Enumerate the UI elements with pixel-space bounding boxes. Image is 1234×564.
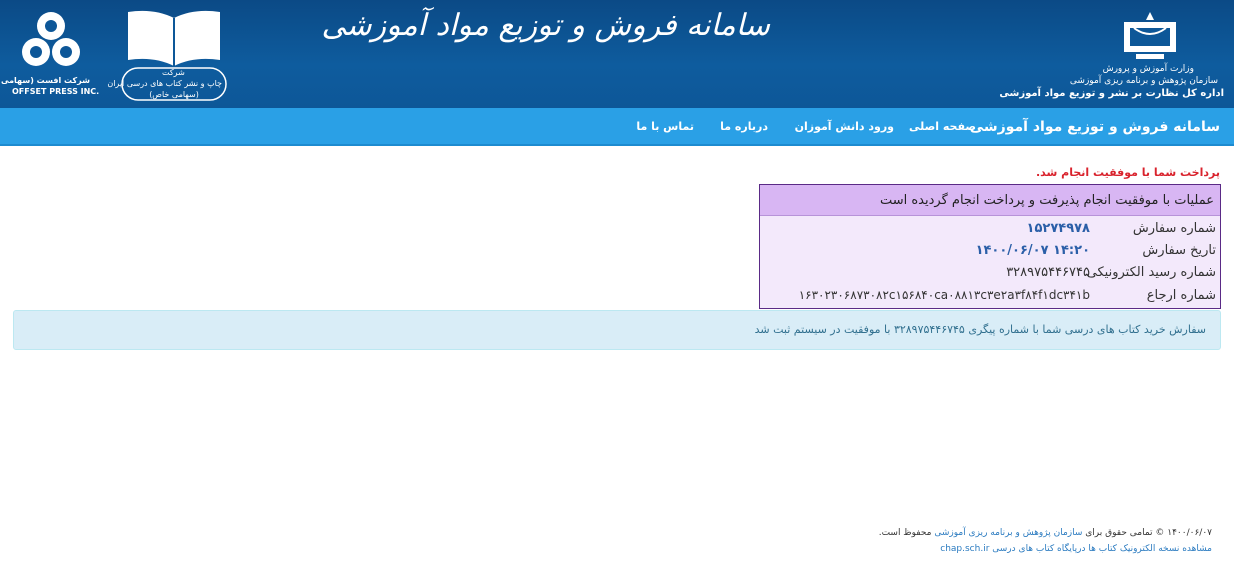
footer-copyright-prefix: ۱۴۰۰/۰۶/۰۷ © تمامی حقوق برای bbox=[1082, 528, 1212, 538]
order-registered-alert: سفارش خرید کتاب های درسی شما با شماره پی… bbox=[13, 310, 1221, 350]
nav-brand[interactable]: سامانه فروش و توزیع مواد آموزشی bbox=[970, 108, 1220, 146]
receipt-number-label: شماره رسید الکترونیکی bbox=[1086, 265, 1216, 280]
site-header: وزارت آموزش و پرورش سازمان پژوهش و برنام… bbox=[0, 0, 1234, 108]
order-number-label: شماره سفارش bbox=[1132, 221, 1216, 236]
footer-ebook-text[interactable]: مشاهده نسخه الکترونیک کتاب ها درپایگاه ک… bbox=[989, 544, 1212, 554]
publisher-line-2: چاپ و نشر کتاب های درسی ایران bbox=[107, 79, 222, 88]
footer-copyright-suffix: محفوظ است. bbox=[878, 528, 935, 538]
order-number-value: ۱۵۲۷۴۹۷۸ bbox=[1026, 221, 1090, 236]
footer-copyright: ۱۴۰۰/۰۶/۰۷ © تمامی حقوق برای سازمان پژوه… bbox=[879, 528, 1212, 538]
ministry-line-1: وزارت آموزش و پرورش bbox=[1102, 64, 1194, 74]
main-navbar: سامانه فروش و توزیع مواد آموزشی صفحه اصل… bbox=[0, 108, 1234, 146]
open-book-icon bbox=[128, 10, 220, 66]
payment-success-message: پرداخت شما با موفقیت انجام شد. bbox=[1035, 166, 1220, 179]
footer-org-link[interactable]: سازمان پژوهش و برنامه ریزی آموزشی bbox=[934, 528, 1082, 538]
order-date-value: ۱۴۰۰/۰۶/۰۷ ۱۴:۲۰ bbox=[975, 243, 1090, 258]
ministry-emblem-icon bbox=[1124, 12, 1176, 59]
ministry-line-3: اداره کل نظارت بر نشر و توزیع مواد آموزش… bbox=[999, 88, 1224, 99]
publisher-line-1: شرکت bbox=[162, 68, 185, 77]
offset-line-2: OFFSET PRESS INC. bbox=[12, 87, 100, 96]
payment-receipt: عملیات با موفقیت انجام پذیرفت و پرداخت ا… bbox=[759, 184, 1221, 309]
reference-number-label: شماره ارجاع bbox=[1146, 288, 1216, 303]
reference-number-value: ۱۶۳۰۲۳۰۶۸۷۳۰۸۲c۱۵۶۸۴۰ca۰۸۸۱۳c۳e۲a۳f۸۴f۱d… bbox=[798, 288, 1090, 302]
publisher-logo[interactable]: شرکت چاپ و نشر کتاب های درسی ایران (سهام… bbox=[107, 8, 230, 104]
nav-item-student-login[interactable]: ورود دانش آموزان bbox=[795, 108, 894, 146]
publisher-line-3: (سهامی خاص) bbox=[149, 90, 199, 99]
receipt-title: عملیات با موفقیت انجام پذیرفت و پرداخت ا… bbox=[760, 185, 1220, 216]
ministry-logo[interactable]: وزارت آموزش و پرورش سازمان پژوهش و برنام… bbox=[999, 6, 1224, 104]
offset-rings-icon bbox=[22, 12, 80, 66]
footer-ebook: مشاهده نسخه الکترونیک کتاب ها درپایگاه ک… bbox=[940, 544, 1212, 554]
offset-line-1: شرکت افست (سهامی عام) bbox=[0, 76, 90, 85]
header-title: سامانه فروش و توزیع مواد آموزشی bbox=[321, 8, 770, 43]
footer-ebook-link[interactable]: chap.sch.ir bbox=[940, 544, 989, 554]
offset-press-logo[interactable]: شرکت افست (سهامی عام) OFFSET PRESS INC. bbox=[0, 10, 100, 98]
nav-item-home[interactable]: صفحه اصلی bbox=[909, 108, 976, 146]
order-date-label: تاریخ سفارش bbox=[1142, 243, 1216, 258]
nav-item-contact[interactable]: تماس با ما bbox=[636, 108, 694, 146]
ministry-line-2: سازمان پژوهش و برنامه ریزی آموزشی bbox=[1069, 76, 1218, 86]
receipt-number-value: ۳۲۸۹۷۵۴۴۶۷۴۵ bbox=[1006, 265, 1090, 280]
nav-item-about[interactable]: درباره ما bbox=[720, 108, 768, 146]
